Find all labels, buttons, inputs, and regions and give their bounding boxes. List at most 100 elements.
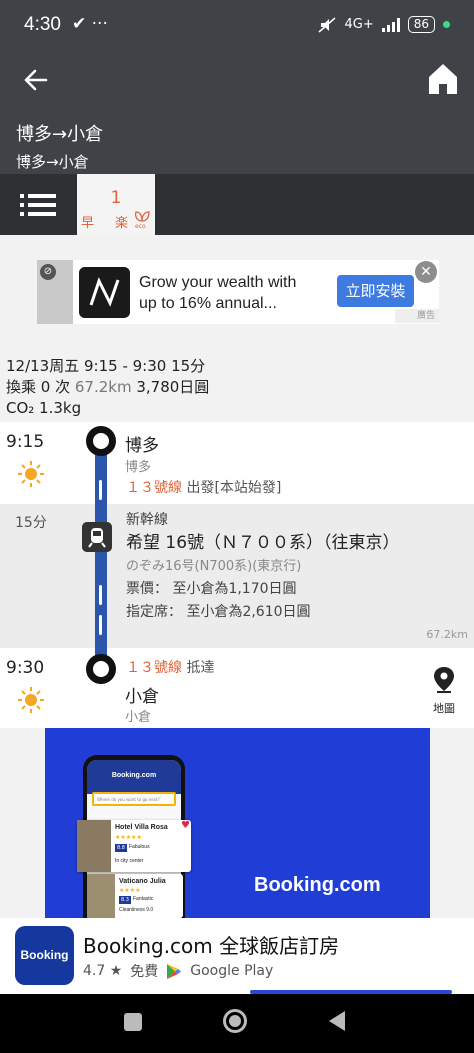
app-bar: 博多→小倉 博多→小倉 <box>0 52 474 174</box>
ad-banner[interactable]: ⊘ Grow your wealth with up to 16% annual… <box>37 260 439 324</box>
route-line <box>95 440 107 670</box>
network-label: 4G+ <box>344 17 374 32</box>
summary-co2: CO₂ 1.3kg <box>6 399 82 417</box>
ad-label: 廣告 <box>395 309 439 323</box>
departure-line-number: １３號線 <box>126 480 182 496</box>
arrival-station: 小倉 <box>125 687 159 707</box>
arrival-station-sub: 小倉 <box>125 710 152 725</box>
route-tab-1[interactable]: 1 早 楽 eco <box>77 174 155 235</box>
google-play-icon <box>167 963 182 979</box>
segment-type: 新幹線 <box>126 512 168 528</box>
home-nav-icon[interactable] <box>223 1009 247 1033</box>
departure-node <box>86 426 116 456</box>
segment-row[interactable]: 15分 新幹線 希望 16號（Ｎ７００系）（往東京） のぞみ16号(N700系)… <box>0 504 474 648</box>
signal-icon <box>381 17 400 32</box>
departure-station: 博多 <box>125 436 159 456</box>
route-line-dash <box>99 585 102 605</box>
route-line-dash <box>99 480 102 500</box>
booking-app-logo: Booking <box>15 926 74 985</box>
segment-train: 希望 16號（Ｎ７００系）（往東京） <box>126 533 400 553</box>
booking-image-ad[interactable]: Booking.com Where do you want to go next… <box>45 728 430 918</box>
home-icon[interactable] <box>428 62 458 96</box>
phone-header: Booking.com <box>87 760 181 794</box>
departure-row[interactable]: 9:15 博多 博多 １３號線 出發[本站始發] <box>0 422 474 504</box>
app-meta: 4.7 ★ 免費 Google Play <box>83 961 273 981</box>
app-install-banner[interactable]: Booking Booking.com 全球飯店訂房 4.7 ★ 免費 Goog… <box>0 918 474 994</box>
page-subtitle: 博多→小倉 <box>16 153 89 171</box>
summary-fare: 3,780日圓 <box>136 378 210 396</box>
ad-text-line1: Grow your wealth with <box>139 274 297 291</box>
route-line-dash <box>99 615 102 635</box>
hotel-stars-2: ★★★★ <box>119 887 141 894</box>
map-label: 地圖 <box>433 702 455 715</box>
recents-icon[interactable] <box>124 1013 142 1031</box>
hotel-score-1: 8.8 <box>115 844 127 852</box>
train-icon <box>82 522 112 552</box>
route-tab-bar <box>0 174 474 235</box>
hotel-card-1: Hotel Villa Rosa ★★★★★ 8.8 Fabulous In c… <box>77 820 191 872</box>
segment-distance: 67.2km <box>426 628 468 641</box>
no-camera-icon: ⊘ <box>40 264 56 280</box>
store-label: Google Play <box>190 963 274 979</box>
summary-transfers: 換乘 0 次 <box>6 378 71 396</box>
summary-distance: 67.2km <box>74 378 132 396</box>
status-time: 4:30 <box>24 14 61 35</box>
svg-text:eco: eco <box>135 223 146 229</box>
ad-thumbnail: ⊘ <box>37 260 73 324</box>
summary-time: 12/13周五 9:15 - 9:30 15分 <box>6 357 206 375</box>
fast-badge: 早 <box>81 216 95 231</box>
segment-details: 新幹線 希望 16號（Ｎ７００系）（往東京） のぞみ16号(N700系)(東京行… <box>126 509 400 624</box>
departure-line-status: 出發[本站始發] <box>186 480 282 496</box>
ad-text-line2: up to 16% annual... <box>139 295 277 312</box>
arrival-line-number: １３號線 <box>126 660 182 676</box>
departure-time: 9:15 <box>6 432 45 452</box>
hotel-desc-1: Fabulous <box>129 844 150 850</box>
app-rating: 4.7 ★ <box>83 963 123 979</box>
sun-weather-icon <box>18 461 44 487</box>
list-icon[interactable] <box>20 192 56 218</box>
arrival-node <box>86 654 116 684</box>
app-name: Booking.com 全球飯店訂房 <box>83 934 340 958</box>
status-notification-icons: ✔ ··· <box>72 14 108 34</box>
ad-close-icon[interactable]: ✕ <box>415 261 437 283</box>
system-nav-bar <box>0 994 474 1053</box>
mute-icon <box>318 16 336 33</box>
route-summary: 12/13周五 9:15 - 9:30 15分 換乘 0 次 67.2km 3,… <box>6 356 209 419</box>
hotel-stars-1: ★★★★★ <box>115 834 142 841</box>
hotel-photo-2 <box>87 874 115 918</box>
hotel-score-2: 8.3 <box>119 896 131 904</box>
easy-badge: 楽 <box>115 216 129 231</box>
hotel-desc-2: Fantastic <box>133 896 154 902</box>
departure-station-sub: 博多 <box>125 460 152 475</box>
phone-search-bar: Where do you want to go next? <box>92 792 176 806</box>
battery-icon: 86 <box>407 16 435 33</box>
arrival-row[interactable]: 9:30 １３號線 抵達 小倉 小倉 <box>0 648 474 728</box>
eco-leaf-icon: eco <box>135 211 150 229</box>
summary-transfer-line: 換乘 0 次 67.2km 3,780日圓 <box>6 377 209 398</box>
heart-icon: ♥ <box>181 820 190 831</box>
map-pin-icon <box>434 667 454 693</box>
back-nav-icon[interactable] <box>329 1011 345 1031</box>
segment-train-jp: のぞみ16号(N700系)(東京行) <box>126 559 302 574</box>
hotel-card-2: Vaticano Julia ★★★★ 8.3 Fantastic Cleanl… <box>87 874 183 918</box>
hotel-photo-1 <box>77 820 111 872</box>
status-right-icons: 4G+ 86 <box>318 16 450 33</box>
ad-app-logo <box>79 267 130 318</box>
segment-reserved: 指定席： 至小倉為2,610日圓 <box>126 604 311 620</box>
segment-fare: 票價： 至小倉為1,170日圓 <box>126 581 297 597</box>
status-bar: 4:30 ✔ ··· 4G+ 86 <box>0 0 474 52</box>
booking-logo: Booking.com <box>254 874 381 896</box>
sun-weather-icon <box>18 687 44 713</box>
segment-duration: 15分 <box>15 515 47 531</box>
departure-line-info: １３號線 出發[本站始發] <box>126 477 281 497</box>
arrival-line-info: １３號線 抵達 <box>126 657 214 677</box>
hotel-name-2: Vaticano Julia <box>119 878 166 885</box>
page-title: 博多→小倉 <box>16 124 104 145</box>
app-price: 免費 <box>130 964 159 980</box>
ad-text: Grow your wealth with up to 16% annual..… <box>139 272 296 314</box>
back-arrow-icon[interactable] <box>22 66 50 94</box>
privacy-dot <box>443 21 450 28</box>
ad-install-button[interactable]: 立即安裝 <box>337 275 414 307</box>
hotel-sub-2: Cleanliness 9.0 <box>119 907 154 913</box>
map-button[interactable]: 地圖 <box>428 666 460 716</box>
